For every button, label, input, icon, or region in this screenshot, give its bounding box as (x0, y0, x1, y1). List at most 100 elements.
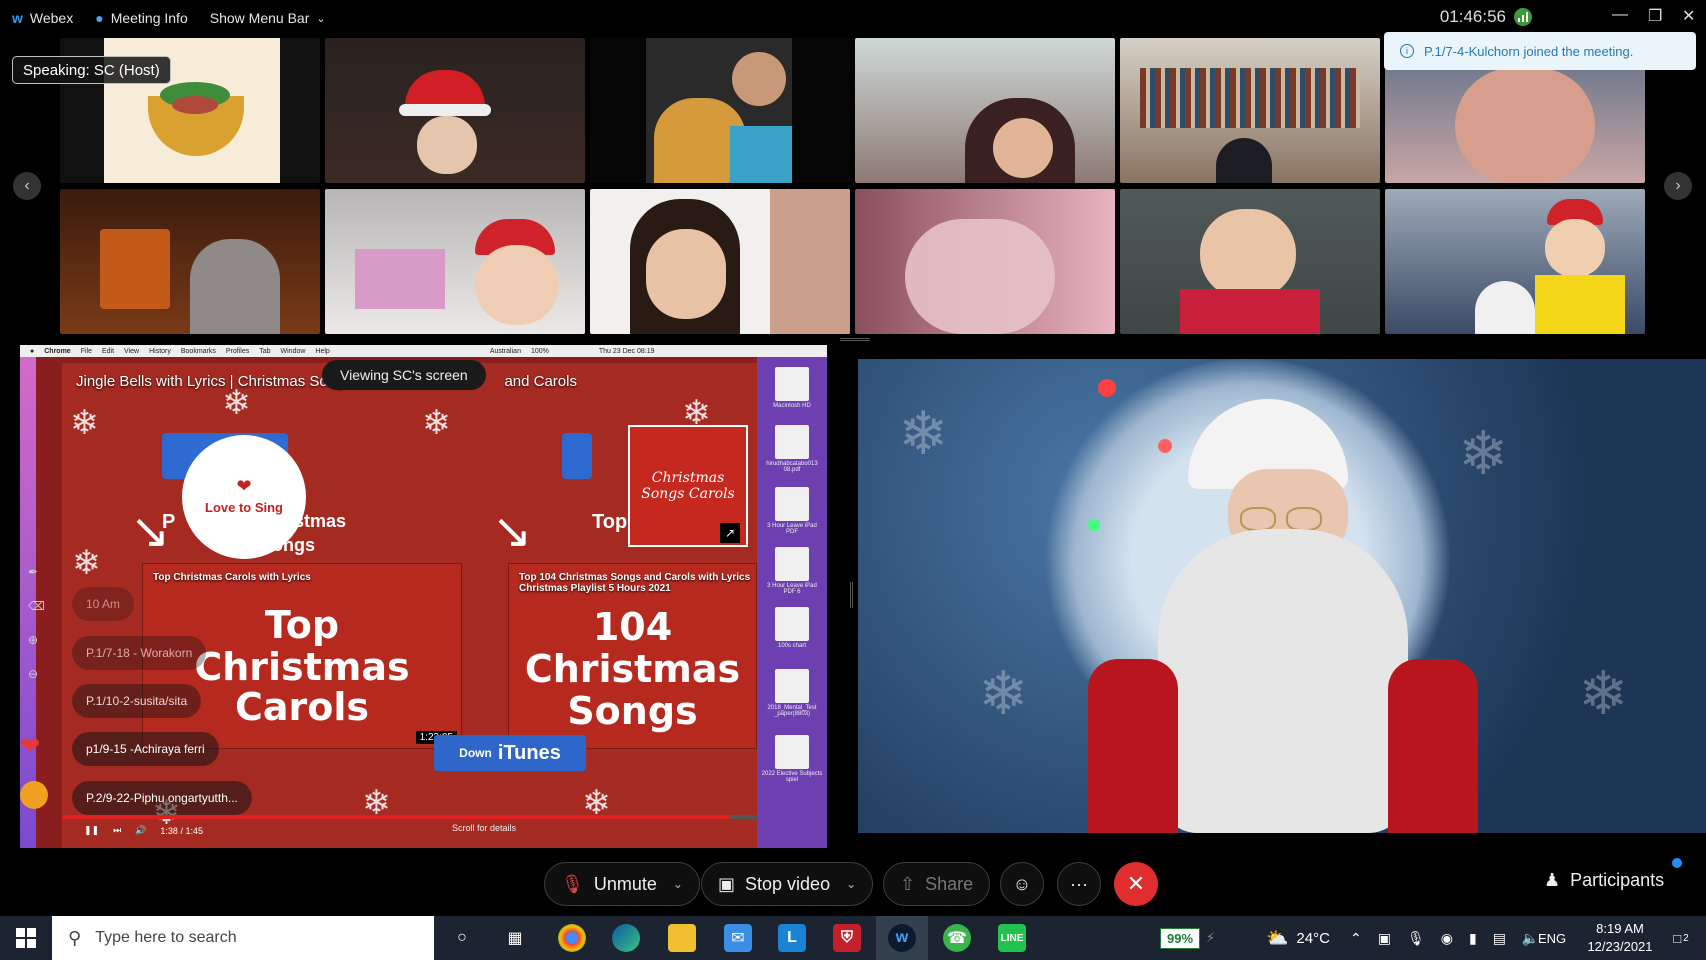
file-icon[interactable] (775, 367, 809, 401)
volume-icon[interactable]: 🔊 (135, 825, 146, 836)
arrow-down-icon: ↘ (492, 505, 533, 558)
chat-name: P.1/7-18 - Worakorn (86, 646, 193, 660)
share-button[interactable]: ⇧ Share (883, 862, 991, 906)
file-label: 2022 Elective Subjects spiel (761, 771, 823, 783)
mac-menu-item: Profiles (225, 347, 250, 355)
chevron-down-icon[interactable]: ⌄ (673, 877, 683, 891)
participant-tile[interactable] (1385, 189, 1645, 334)
unmute-button[interactable]: 🎙 Unmute ⌄ (544, 862, 700, 906)
weather-widget[interactable]: ⛅ 24°C (1266, 916, 1330, 960)
participant-tile[interactable] (590, 189, 850, 334)
grid-next-button[interactable]: › (1664, 172, 1692, 200)
notification-dot (1672, 858, 1682, 868)
participant-tile[interactable] (590, 38, 850, 183)
participant-tile[interactable] (60, 189, 320, 334)
mac-menu-item: View (124, 347, 140, 355)
cortana-icon[interactable]: ○ (448, 924, 476, 952)
file-icon[interactable] (775, 669, 809, 703)
chrome-icon[interactable] (558, 924, 586, 952)
pen-icon[interactable]: ✒ (28, 565, 45, 579)
mac-menu-item: File (80, 347, 92, 355)
pane-resize-handle[interactable] (850, 582, 853, 608)
next-icon[interactable]: ⏭ (113, 825, 121, 836)
shared-screen[interactable]: ● Chrome File Edit View History Bookmark… (20, 345, 827, 848)
zoom-out-icon[interactable]: ⊖ (28, 667, 45, 681)
chevron-up-icon[interactable]: ⌃ (1350, 930, 1362, 947)
input-language[interactable]: ENG (1538, 916, 1566, 960)
show-menu-bar-label: Show Menu Bar (209, 10, 310, 26)
mcafee-icon[interactable]: ⛨ (833, 924, 861, 952)
task-view-icon[interactable]: ▦ (501, 924, 529, 952)
file-label: 3 Hour Leave iPad PDF (767, 523, 817, 535)
restore-button[interactable]: ❐ (1648, 6, 1662, 26)
more-icon: ··· (1070, 873, 1088, 894)
webex-app-menu[interactable]: w Webex (12, 10, 73, 26)
eraser-icon[interactable]: ⌫ (28, 599, 45, 613)
battery-icon[interactable]: ▮ (1469, 930, 1477, 947)
chevron-down-icon[interactable]: ⌄ (846, 877, 856, 891)
temperature: 24°C (1296, 929, 1330, 947)
file-icon[interactable] (775, 547, 809, 581)
wechat-work-icon[interactable]: ☎ (943, 924, 971, 952)
participant-tile[interactable] (1120, 189, 1380, 334)
chat-reaction-row: P.1/10-2-susita/sita (72, 684, 202, 718)
lanschool-icon[interactable]: L (778, 924, 806, 952)
snowflake-icon: ❄ (898, 400, 949, 467)
close-window-button[interactable]: ✕ (1682, 6, 1695, 26)
action-center-button[interactable]: □ 2 (1664, 916, 1698, 960)
camera-icon[interactable]: ◉ (1441, 930, 1453, 947)
microphone-icon[interactable]: 🎙 (1407, 930, 1425, 947)
participant-tile[interactable] (1120, 38, 1380, 183)
close-icon: ✕ (1126, 871, 1146, 896)
minimize-button[interactable]: — (1612, 6, 1628, 24)
itunes-banner[interactable]: Down iTunes (434, 735, 586, 771)
windows-start-button[interactable] (16, 928, 36, 948)
battery-indicator[interactable]: 99% ⚡ (1160, 916, 1215, 960)
file-icon[interactable] (775, 487, 809, 521)
end-call-button[interactable]: ✕ (1114, 862, 1158, 906)
video-card[interactable]: Top 104 Christmas Songs and Carols with … (508, 563, 757, 749)
meeting-info-label: Meeting Info (110, 10, 188, 26)
mac-menu-item: Tab (259, 347, 271, 355)
network-icon[interactable]: ▤ (1493, 930, 1506, 947)
meeting-controls: 🎙 Unmute ⌄ ▣ Stop video ⌄ ⇧ Share ☺ ··· … (0, 848, 1706, 916)
line-icon[interactable]: LINE (998, 924, 1026, 952)
card-big-text: Songs (567, 689, 698, 733)
participant-tile[interactable] (325, 38, 585, 183)
participant-tile[interactable] (325, 189, 585, 334)
host-video[interactable]: ❄ ❄ ❄ ❄ (858, 359, 1706, 833)
taskbar-clock[interactable]: 8:19 AM 12/23/2021 (1580, 916, 1660, 960)
file-explorer-icon[interactable] (668, 924, 696, 952)
edge-icon[interactable] (612, 924, 640, 952)
speaker-icon[interactable]: 🔈 (1522, 930, 1539, 947)
splitter-handle[interactable] (840, 338, 870, 341)
file-icon[interactable] (775, 425, 809, 459)
file-icon[interactable] (775, 735, 809, 769)
meeting-info-button[interactable]: ● Meeting Info (95, 10, 188, 26)
zoom-in-icon[interactable]: ⊕ (28, 633, 45, 647)
participants-button[interactable]: ♟ Participants (1544, 870, 1664, 891)
more-options-button[interactable]: ··· (1057, 862, 1101, 906)
mail-icon[interactable]: ✉ (724, 924, 752, 952)
chat-reaction-row: p1/9-15 -Achiraya ferri (72, 732, 219, 766)
show-menu-bar-button[interactable]: Show Menu Bar ⌄ (210, 10, 326, 26)
participant-tile[interactable] (855, 189, 1115, 334)
player-controls: ❚❚ ⏭ 🔊 1:38 / 1:45 (84, 825, 203, 836)
reactions-button[interactable]: ☺ (1000, 862, 1044, 906)
chat-reaction-row: P.2/9-22-Piphu ongartyutth... (72, 781, 252, 815)
file-icon[interactable] (775, 607, 809, 641)
participant-tile[interactable] (855, 38, 1115, 183)
webex-taskbar-icon[interactable]: w (888, 924, 916, 952)
grid-prev-button[interactable]: ‹ (13, 172, 41, 200)
progress-track[interactable] (62, 815, 757, 819)
windows-taskbar: ⚲ Type here to search ○ ▦ ✉ L ⛨ w ☎ LINE… (0, 916, 1706, 960)
popout-icon[interactable]: ↗ (720, 523, 740, 543)
mac-menu-item: Edit (101, 347, 115, 355)
taskbar-search[interactable]: ⚲ Type here to search (52, 916, 434, 960)
progress-fill (62, 815, 730, 819)
pause-icon[interactable]: ❚❚ (84, 825, 99, 836)
info-icon: i (1400, 44, 1414, 58)
stop-video-button[interactable]: ▣ Stop video ⌄ (701, 862, 874, 906)
youtube-player[interactable]: ❄ ❄ ❄ ❄ ❄ ❄ ❄ ❄ Jingle Bells with Lyrics… (62, 363, 757, 848)
device-icon[interactable]: ▣ (1378, 930, 1391, 947)
